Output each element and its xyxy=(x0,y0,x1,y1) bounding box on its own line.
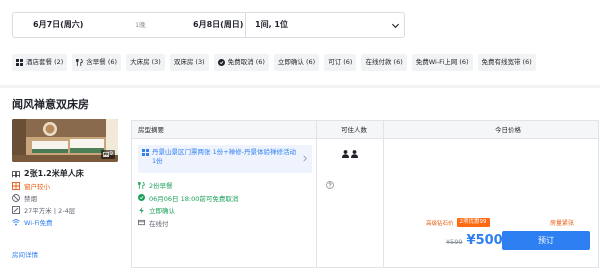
window-info: 窗户较小 xyxy=(12,180,124,192)
search-panel: 6月7日(周六) 1晚 6月8日(周日) 1间, 1位 酒店套餐 (2) 含早餐… xyxy=(0,0,600,85)
check-circle-icon xyxy=(138,194,145,202)
guest-capacity xyxy=(342,150,358,158)
breakfast-perk: 2份早餐 xyxy=(138,179,312,192)
no-smoking-icon xyxy=(12,194,20,202)
window-label: 窗户较小 xyxy=(24,183,50,191)
rate-table: 房型摘要 可住人数 今日价格 丹景山景区门票两张 1份+禅修-丹景体验禅修活动 … xyxy=(131,120,599,268)
person-icon xyxy=(342,150,349,158)
chip-label: 立即确认 (6) xyxy=(277,58,316,66)
column-divider xyxy=(383,121,384,267)
cancel-icon xyxy=(217,59,225,66)
filter-breakfast[interactable]: 含早餐 (6) xyxy=(72,54,122,71)
chip-label: 免费Wi-Fi上网 (6) xyxy=(415,58,469,66)
smoking-info: 禁烟 xyxy=(12,192,124,204)
chip-label: 大床房 (3) xyxy=(130,58,161,66)
filter-wired-broadband[interactable]: 免费有线宽带 (6) xyxy=(477,54,536,71)
col-price-header: 今日价格 xyxy=(495,126,521,134)
rooms-guests-select[interactable]: 1间, 1位 xyxy=(255,13,288,37)
book-button[interactable]: 预订 xyxy=(502,231,590,250)
person-icon xyxy=(351,150,358,158)
payment-label: 在线付 xyxy=(149,219,169,228)
smoking-label: 禁烟 xyxy=(24,195,37,203)
room-card: 闻风禅意双床房 9 2张1.2米单人床 窗户较小 禁烟 27平方米 | 2-4层… xyxy=(0,88,600,273)
date-room-selector[interactable]: 6月7日(周六) 1晚 6月8日(周日) 1间, 1位 xyxy=(12,12,405,38)
image-icon xyxy=(102,152,109,157)
free-cancel-perk: 06月06日 18:00前可免费取消 xyxy=(138,192,312,205)
photo-count: 9 xyxy=(109,151,114,157)
package-banner[interactable]: 丹景山景区门票两张 1份+禅修-丹景体验禅修活动 1份 xyxy=(138,145,312,173)
chip-label: 含早餐 (6) xyxy=(86,58,118,66)
current-price: ¥500 xyxy=(466,233,503,248)
filter-free-cancel[interactable]: 免费取消 (6) xyxy=(213,54,269,71)
filter-online-pay[interactable]: 在线付款 (6) xyxy=(361,54,407,71)
chevron-right-icon xyxy=(303,155,307,162)
grid-icon xyxy=(142,149,149,156)
wifi-icon xyxy=(12,219,20,226)
perks-list: 2份早餐 06月06日 18:00前可免费取消 立即确认 在线付 xyxy=(138,179,312,229)
chip-label: 可订 (6) xyxy=(328,58,353,66)
grid-icon xyxy=(16,59,23,66)
chevron-down-icon[interactable] xyxy=(391,21,400,30)
room-details-link[interactable]: 房间详情 xyxy=(12,249,38,259)
instant-confirm-label: 立即确认 xyxy=(149,207,175,216)
filter-package[interactable]: 酒店套餐 (2) xyxy=(12,54,68,71)
cutlery-icon xyxy=(138,181,145,189)
cutlery-icon xyxy=(76,59,83,66)
chip-label: 双床房 (3) xyxy=(173,58,205,66)
chip-label: 免费有线宽带 (6) xyxy=(481,58,532,66)
col-summary-header: 房型摘要 xyxy=(138,126,164,134)
area-floor-info: 27平方米 | 2-4层 xyxy=(12,204,124,216)
bed-type: 2张1.2米单人床 xyxy=(24,169,84,178)
chip-label: 免费取消 (6) xyxy=(227,58,265,66)
help-icon[interactable] xyxy=(326,181,334,189)
promo-info: 高级钻石价 2项优惠99 xyxy=(426,218,490,227)
rate-table-header: 房型摘要 可住人数 今日价格 xyxy=(132,121,598,139)
filter-available[interactable]: 可订 (6) xyxy=(324,54,357,71)
low-availability-badge: 房量紧张 xyxy=(550,220,575,227)
checkin-date[interactable]: 6月7日(周六) xyxy=(33,13,83,37)
filter-free-wifi[interactable]: 免费Wi-Fi上网 (6) xyxy=(411,54,473,71)
free-cancel-label: 06月06日 18:00前可免费取消 xyxy=(149,194,239,203)
filter-king-bed[interactable]: 大床房 (3) xyxy=(126,54,165,71)
bed-icon xyxy=(12,170,20,177)
divider xyxy=(245,13,246,37)
area-floor-label: 27平方米 | 2-4层 xyxy=(24,207,76,215)
filter-twin-bed[interactable]: 双床房 (3) xyxy=(169,54,209,71)
member-price-label: 高级钻石价 xyxy=(426,220,454,227)
instant-confirm-perk: 立即确认 xyxy=(138,204,312,217)
package-description: 丹景山景区门票两张 1份+禅修-丹景体验禅修活动 1份 xyxy=(152,148,296,165)
payment-perk: 在线付 xyxy=(138,217,312,230)
wifi-label: Wi-Fi免费 xyxy=(24,219,53,227)
area-icon xyxy=(12,206,20,214)
wifi-info: Wi-Fi免费 xyxy=(12,216,124,228)
coupon-badge[interactable]: 2项优惠99 xyxy=(456,218,490,227)
filter-chips: 酒店套餐 (2) 含早餐 (6) 大床房 (3) 双床房 (3) 免费取消 (6… xyxy=(12,54,536,72)
room-photo[interactable]: 9 xyxy=(12,119,118,162)
price: ¥599 ¥500 xyxy=(446,233,503,248)
room-info-list: 2张1.2米单人床 窗户较小 禁烟 27平方米 | 2-4层 Wi-Fi免费 xyxy=(12,167,124,228)
photo-count-badge[interactable]: 9 xyxy=(100,150,115,159)
nights-count: 1晚 xyxy=(135,21,146,29)
chip-label: 在线付款 (6) xyxy=(365,58,403,66)
column-divider xyxy=(316,121,317,267)
filter-instant-confirm[interactable]: 立即确认 (6) xyxy=(273,54,320,71)
card-icon xyxy=(138,220,145,226)
lightning-icon xyxy=(139,206,144,214)
bed-info: 2张1.2米单人床 xyxy=(12,167,124,180)
checkout-date[interactable]: 6月8日(周日) xyxy=(193,13,243,37)
breakfast-label: 2份早餐 xyxy=(149,182,173,191)
room-title: 闻风禅意双床房 xyxy=(12,98,89,111)
original-price: ¥599 xyxy=(446,238,463,246)
chip-label: 酒店套餐 (2) xyxy=(26,58,64,66)
window-icon xyxy=(12,182,20,190)
col-guests-header: 可住人数 xyxy=(341,126,367,134)
